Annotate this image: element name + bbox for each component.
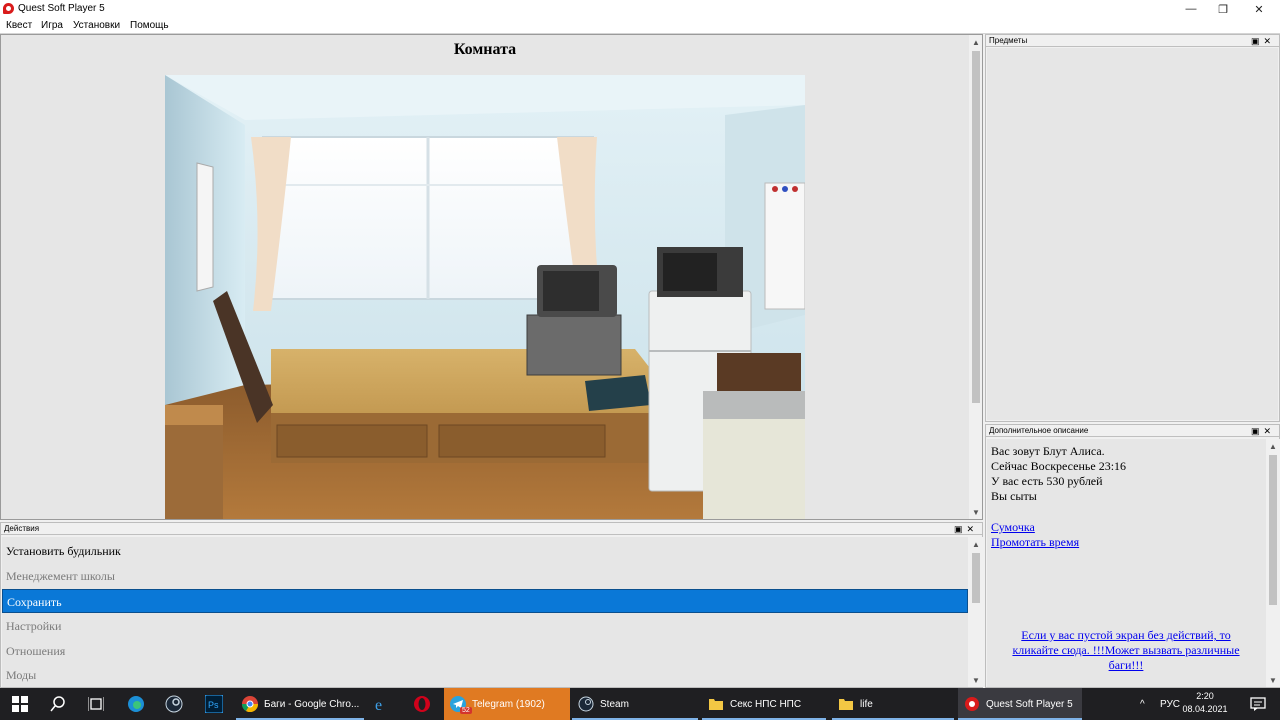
panel-float-close-icon[interactable]: ▣✕ [1251, 35, 1275, 47]
language-indicator[interactable]: РУС [1160, 688, 1180, 720]
items-panel-header: Предметы ▣✕ [986, 35, 1279, 47]
scroll-down-arrow-icon[interactable]: ▼ [1266, 673, 1280, 687]
taskbar-app-chrome[interactable]: Баги - Google Chro... [236, 688, 364, 720]
action-relationships[interactable]: Отношения [2, 639, 968, 663]
quest-player-window: Quest Soft Player 5 — ❐ ✕ Квест Игра Уст… [0, 0, 1280, 688]
taskbar-app-label: Баги - Google Chro... [264, 698, 360, 710]
scroll-up-arrow-icon[interactable]: ▲ [1266, 439, 1280, 453]
quest-player-icon [965, 697, 979, 711]
taskbar-app-folder-2[interactable]: life [832, 688, 954, 720]
edge-icon[interactable] [116, 688, 156, 720]
clock-date: 08.04.2021 [1182, 704, 1228, 714]
taskbar-app-label: Telegram (1902) [472, 698, 545, 710]
extra-panel-header: Дополнительное описание ▣✕ [986, 425, 1279, 437]
scroll-up-arrow-icon[interactable]: ▲ [969, 35, 982, 49]
action-save[interactable]: Сохранить [2, 589, 968, 613]
room-title: Комната [453, 41, 517, 58]
menu-settings[interactable]: Установки [73, 20, 120, 31]
window-title: Quest Soft Player 5 [18, 3, 105, 14]
action-set-alarm[interactable]: Установить будильник [2, 539, 968, 563]
taskbar-app-folder-1[interactable]: Секс НПС НПС [702, 688, 826, 720]
steam-icon[interactable] [154, 688, 194, 720]
windows-start-icon[interactable] [0, 688, 40, 720]
minimize-button[interactable]: — [1174, 0, 1208, 18]
svg-text:Ps: Ps [208, 700, 219, 710]
ie-icon[interactable]: e [362, 688, 402, 720]
extra-scrollbar[interactable]: ▲ ▼ [1266, 439, 1280, 687]
quest-player-icon [3, 3, 14, 14]
title-bar: Quest Soft Player 5 — ❐ ✕ [0, 0, 1280, 18]
menu-help[interactable]: Помощь [130, 20, 169, 31]
task-view-icon[interactable] [76, 688, 116, 720]
player-name-line: Вас зовут Блут Алиса. [991, 444, 1105, 458]
actions-scrollbar[interactable]: ▲ ▼ [969, 537, 983, 687]
taskbar-clock[interactable]: 2:20 08.04.2021 [1180, 690, 1230, 716]
skip-time-link[interactable]: Промотать время [991, 535, 1079, 550]
main-scroll-thumb[interactable] [972, 51, 980, 403]
hunger-line: Вы сыты [991, 489, 1037, 503]
menu-quest[interactable]: Квест [6, 20, 32, 31]
taskbar-app-label: Quest Soft Player 5 [986, 698, 1073, 710]
taskbar-app-steam[interactable]: Steam [572, 688, 698, 720]
chrome-icon [242, 696, 258, 712]
panel-float-close-icon[interactable]: ▣✕ [954, 523, 978, 535]
telegram-badge: 52 [460, 707, 472, 714]
action-school-management[interactable]: Менеджемент школы [2, 564, 968, 588]
actions-list: Установить будильник Менеджемент школы С… [2, 537, 968, 687]
close-button[interactable]: ✕ [1242, 0, 1276, 18]
bag-link[interactable]: Сумочка [991, 520, 1035, 535]
time-line: Сейчас Воскресенье 23:16 [991, 459, 1127, 473]
extra-scroll-thumb[interactable] [1269, 455, 1277, 605]
search-icon[interactable] [38, 688, 78, 720]
menu-game[interactable]: Игра [41, 20, 63, 31]
panel-float-close-icon[interactable]: ▣✕ [1251, 425, 1275, 437]
taskbar: Ps Баги - Google Chro... e Telegram (190… [0, 688, 1280, 720]
notifications-icon[interactable] [1238, 688, 1278, 720]
scroll-down-arrow-icon[interactable]: ▼ [969, 673, 983, 687]
room-illustration [165, 75, 805, 519]
action-settings[interactable]: Настройки [2, 614, 968, 638]
scroll-up-arrow-icon[interactable]: ▲ [969, 537, 983, 551]
items-panel: Предметы ▣✕ [985, 34, 1280, 422]
menu-bar: Квест Игра Установки Помощь [0, 18, 1280, 34]
actions-panel-title: Действия [4, 524, 40, 533]
taskbar-app-telegram[interactable]: Telegram (1902) 52 [444, 688, 570, 720]
actions-panel-header: Действия ▣✕ [1, 523, 982, 535]
taskbar-app-label: Steam [600, 698, 629, 710]
steam-icon [578, 696, 594, 712]
actions-panel: Действия ▣✕ Установить будильник Менедже… [0, 522, 983, 688]
tray-chevron-icon[interactable]: ^ [1140, 688, 1145, 720]
folder-icon [839, 699, 853, 710]
maximize-button[interactable]: ❐ [1206, 0, 1240, 18]
action-mods[interactable]: Моды [2, 663, 968, 687]
extra-description-panel: Дополнительное описание ▣✕ Вас зовут Блу… [985, 424, 1280, 688]
photoshop-icon[interactable]: Ps [194, 688, 234, 720]
main-description-panel: Комната ▲ ▼ [0, 34, 983, 520]
money-line: У вас есть 530 рублей [991, 474, 1103, 488]
clock-time: 2:20 [1196, 691, 1214, 701]
extra-description-body: Вас зовут Блут Алиса. Сейчас Воскресенье… [987, 439, 1266, 687]
empty-screen-fix-link[interactable]: Если у вас пустой экран без действий, то… [997, 628, 1255, 673]
taskbar-app-label: Секс НПС НПС [730, 698, 802, 710]
extra-panel-title: Дополнительное описание [989, 426, 1089, 435]
scroll-down-arrow-icon[interactable]: ▼ [969, 505, 982, 519]
opera-icon[interactable] [402, 688, 442, 720]
items-list [987, 48, 1278, 420]
items-panel-title: Предметы [989, 36, 1028, 45]
main-scrollbar[interactable]: ▲ ▼ [969, 35, 982, 519]
folder-icon [709, 699, 723, 710]
taskbar-app-label: life [860, 698, 873, 710]
taskbar-app-quest-player[interactable]: Quest Soft Player 5 [958, 688, 1082, 720]
svg-text:e: e [375, 697, 382, 713]
actions-scroll-thumb[interactable] [972, 553, 980, 603]
